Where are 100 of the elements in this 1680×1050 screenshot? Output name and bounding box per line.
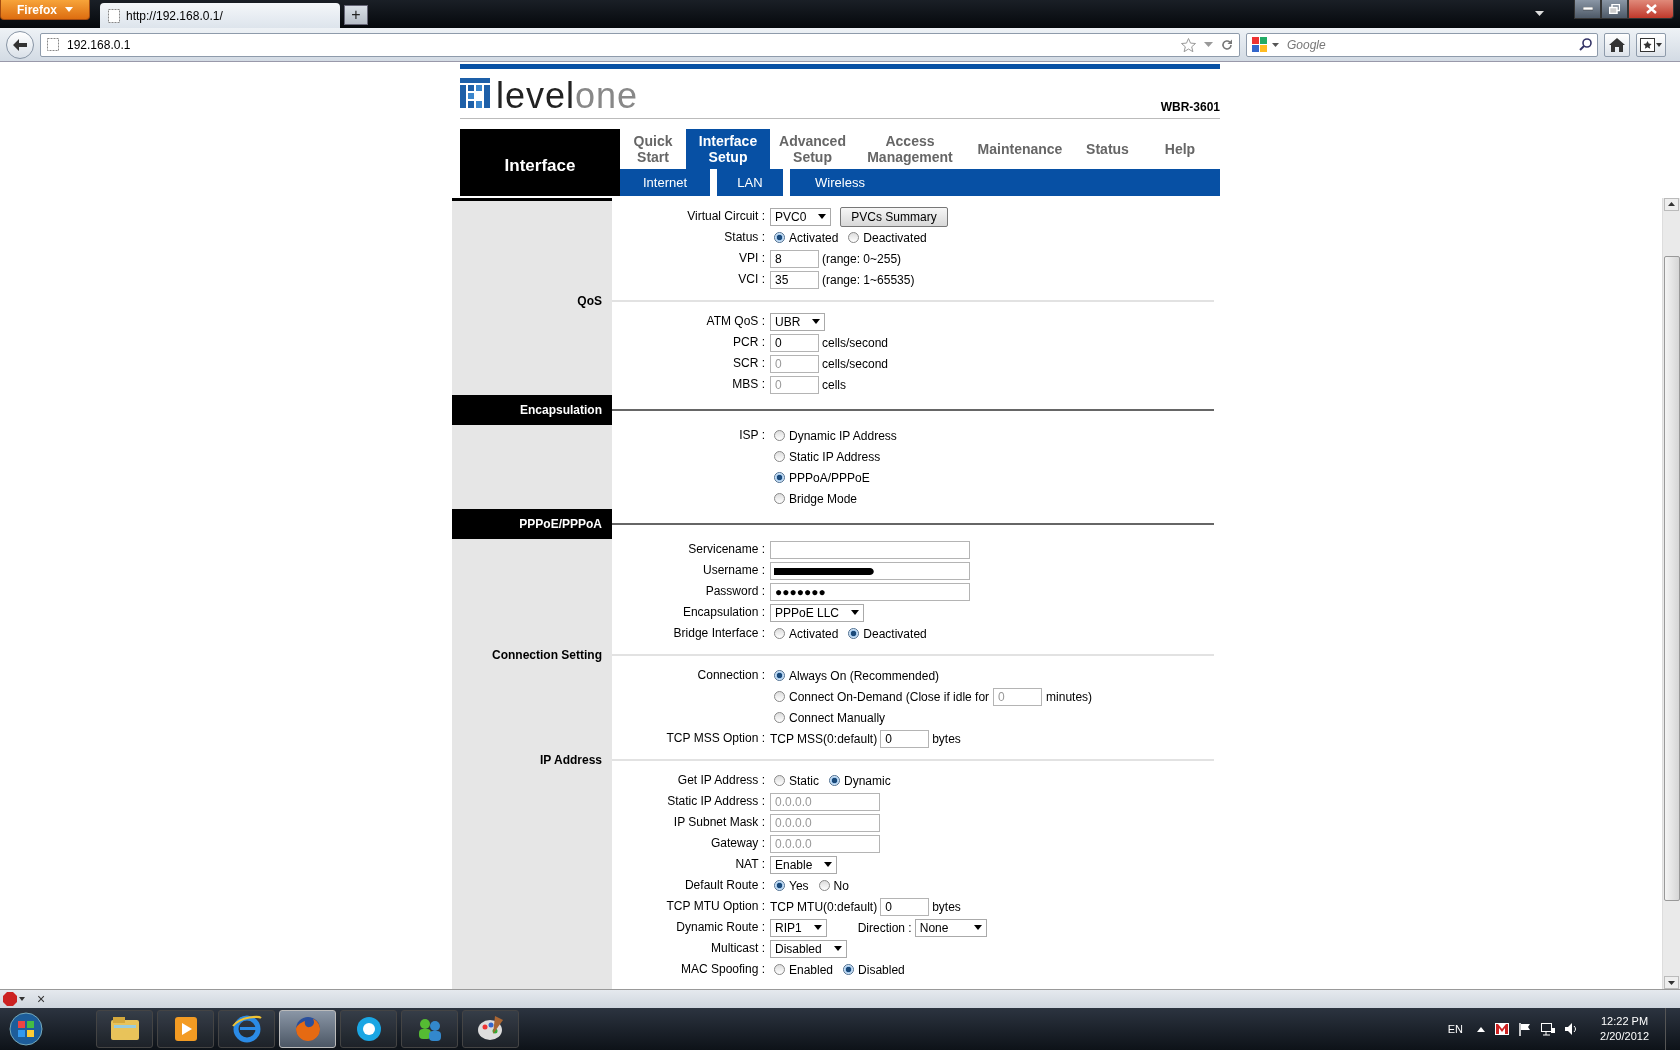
text-field[interactable]: 0 bbox=[880, 729, 930, 748]
caret-icon bbox=[1272, 42, 1279, 47]
home-button[interactable] bbox=[1604, 32, 1630, 57]
submenu-item[interactable]: Wireless bbox=[790, 169, 890, 196]
unit-label: minutes) bbox=[1046, 689, 1093, 704]
radio-label: Bridge Mode bbox=[789, 491, 858, 506]
language-indicator[interactable]: EN bbox=[1447, 1023, 1464, 1035]
nav-tab[interactable]: Advanced Setup bbox=[770, 129, 855, 169]
clock-time[interactable]: 12:22 PM bbox=[1601, 1014, 1649, 1029]
browser-tab[interactable]: http://192.168.0.1/ bbox=[100, 3, 340, 28]
search-input[interactable]: Google bbox=[1283, 37, 1575, 52]
radio-label: Connect On-Demand (Close if idle for bbox=[789, 689, 990, 704]
field-label: VCI : bbox=[737, 271, 766, 288]
dropdown[interactable]: Enable bbox=[770, 855, 838, 874]
radio-button[interactable] bbox=[774, 472, 785, 483]
nav-tab[interactable]: Maintenance bbox=[965, 129, 1075, 169]
text-field[interactable]: 0 bbox=[770, 333, 819, 352]
field-label: SCR : bbox=[732, 355, 766, 372]
scroll-down-icon bbox=[1664, 976, 1679, 989]
mail-icon[interactable] bbox=[1495, 1023, 1510, 1035]
radio-label: Static IP Address bbox=[789, 449, 881, 464]
taskbar-button[interactable] bbox=[401, 1010, 458, 1048]
dropdown[interactable]: PPPoE LLC bbox=[770, 603, 865, 622]
close-button[interactable]: × bbox=[35, 992, 48, 1006]
field-label: Default Route : bbox=[683, 877, 766, 894]
radio-button[interactable] bbox=[774, 712, 785, 723]
back-button[interactable] bbox=[6, 30, 34, 59]
nav-tab[interactable]: Access Management bbox=[855, 129, 965, 169]
radio-button[interactable] bbox=[774, 880, 785, 891]
nav-tab[interactable]: Status bbox=[1075, 129, 1140, 169]
scrollbar[interactable] bbox=[1662, 198, 1680, 989]
text-field[interactable]: 0 bbox=[880, 897, 930, 916]
radio-label: Disabled bbox=[858, 962, 905, 977]
search-field[interactable]: Google bbox=[1246, 32, 1598, 57]
logo-icon bbox=[460, 78, 490, 108]
stop-sign-icon[interactable] bbox=[3, 992, 25, 1006]
flag-icon[interactable] bbox=[1519, 1022, 1532, 1036]
radio-button[interactable] bbox=[774, 691, 785, 702]
back-arrow-icon bbox=[13, 38, 27, 51]
taskbar-button[interactable] bbox=[218, 1010, 275, 1048]
unit-label: bytes bbox=[932, 899, 961, 914]
radio-button[interactable] bbox=[774, 964, 785, 975]
caret-icon bbox=[65, 7, 73, 12]
nav-tab[interactable]: Quick Start bbox=[620, 129, 686, 169]
close-button[interactable] bbox=[1628, 0, 1674, 19]
radio-button[interactable] bbox=[774, 775, 785, 786]
dropdown[interactable]: PVC0 bbox=[770, 207, 832, 226]
radio-button[interactable] bbox=[774, 430, 785, 441]
radio-button[interactable] bbox=[829, 775, 840, 786]
radio-button[interactable] bbox=[843, 964, 855, 975]
logo-text: levelone bbox=[496, 74, 639, 118]
nav-tab[interactable]: Help bbox=[1140, 129, 1220, 169]
minimize-button[interactable] bbox=[1574, 0, 1601, 19]
volume-icon[interactable] bbox=[1565, 1023, 1579, 1035]
radio-button[interactable] bbox=[774, 628, 785, 639]
radio-button[interactable] bbox=[848, 628, 860, 639]
radio-button[interactable] bbox=[774, 670, 785, 681]
radio-label: Yes bbox=[789, 878, 809, 893]
radio-label: PPPoA/PPPoE bbox=[789, 470, 870, 485]
radio-button[interactable] bbox=[848, 232, 860, 243]
taskbar-button[interactable] bbox=[340, 1010, 397, 1048]
caret-icon bbox=[833, 946, 842, 951]
text-field[interactable]: ●●●●●●● bbox=[770, 582, 970, 601]
caret-icon[interactable] bbox=[1535, 11, 1544, 16]
radio-button[interactable] bbox=[818, 880, 830, 891]
clock-date[interactable]: 2/20/2012 bbox=[1600, 1029, 1649, 1044]
network-icon[interactable] bbox=[1541, 1022, 1556, 1036]
field-label: Dynamic Route : bbox=[675, 919, 766, 936]
radio-button[interactable] bbox=[774, 451, 785, 462]
bookmarks-button[interactable] bbox=[1636, 32, 1666, 57]
color-squares-icon bbox=[1252, 36, 1268, 53]
nav-tab[interactable]: Interface Setup bbox=[686, 129, 770, 169]
field-label: Direction : bbox=[857, 920, 912, 935]
dropdown[interactable]: UBR bbox=[770, 312, 826, 331]
taskbar-button[interactable] bbox=[157, 1010, 214, 1048]
taskbar-button[interactable] bbox=[96, 1010, 153, 1048]
new-tab-button[interactable]: + bbox=[344, 5, 368, 25]
taskbar-button[interactable] bbox=[462, 1010, 519, 1048]
summary-button[interactable]: PVCs Summary bbox=[840, 206, 948, 227]
radio-button[interactable] bbox=[774, 493, 785, 504]
radio-label: No bbox=[833, 878, 849, 893]
radio-label: Activated bbox=[789, 626, 839, 641]
field-label: MBS : bbox=[731, 376, 766, 393]
caret-up-icon[interactable] bbox=[1477, 1026, 1486, 1032]
text-field[interactable] bbox=[770, 540, 970, 559]
text-field[interactable]: 35 bbox=[770, 270, 819, 289]
model-name: WBR-3601 bbox=[1160, 100, 1220, 114]
dropdown[interactable]: None bbox=[914, 918, 987, 937]
dropdown[interactable]: RIP1 bbox=[770, 918, 827, 937]
restore-button[interactable] bbox=[1601, 0, 1628, 19]
restore-icon bbox=[1609, 4, 1620, 14]
radio-label: Enabled bbox=[789, 962, 834, 977]
text-field[interactable]: 8 bbox=[770, 249, 819, 268]
address-field[interactable]: 192.168.0.1 bbox=[40, 32, 1240, 57]
minimize-icon bbox=[1582, 7, 1593, 11]
field-label: VPI : bbox=[738, 250, 766, 267]
dropdown[interactable]: Disabled bbox=[770, 939, 847, 958]
scroll-thumb[interactable] bbox=[1663, 256, 1680, 901]
start-button[interactable] bbox=[6, 1009, 46, 1049]
radio-button[interactable] bbox=[774, 232, 785, 243]
